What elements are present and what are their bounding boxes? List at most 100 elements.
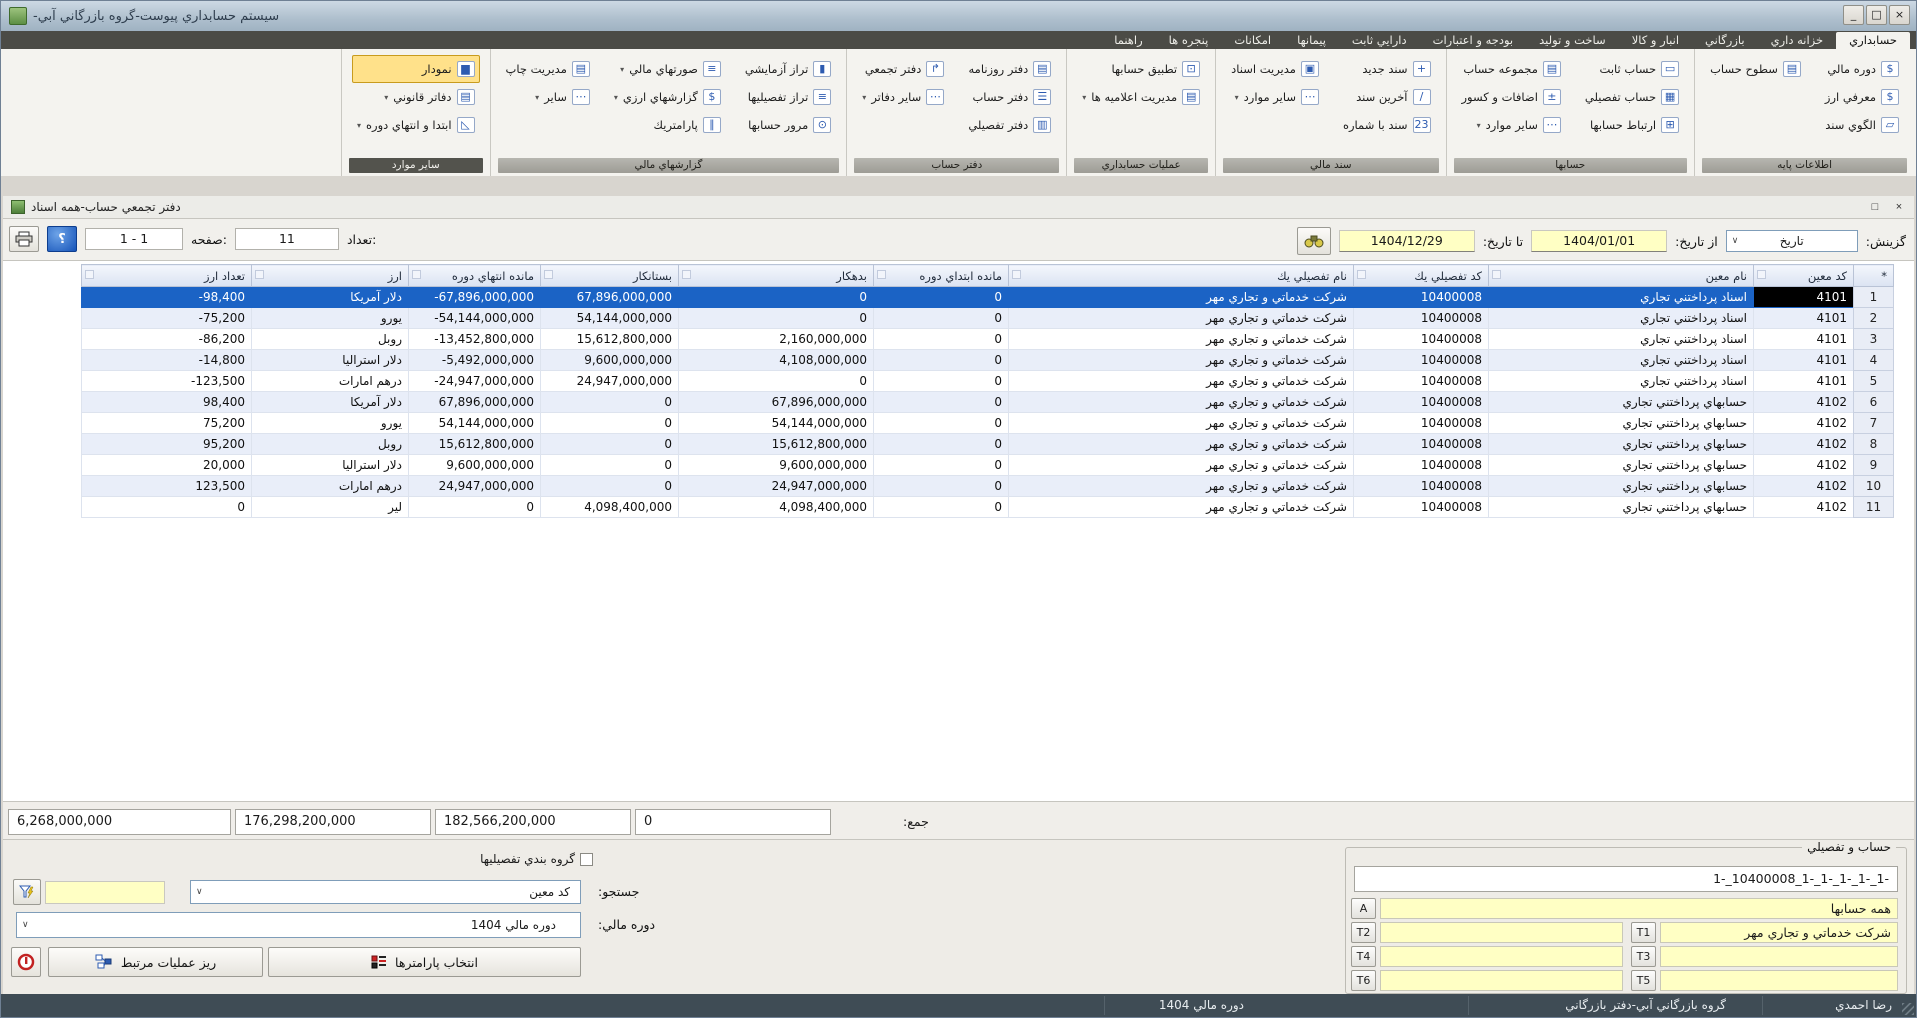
row-number-cell[interactable]: 7 — [1854, 413, 1894, 434]
ribbon-item[interactable]: ⋯ساير موارد▾ — [1226, 83, 1324, 111]
currency-cell[interactable]: دلار آمريكا — [252, 392, 409, 413]
page-range-field[interactable]: 1 - 1 — [85, 228, 183, 250]
ribbon-item[interactable]: ≡صورتهاي مالي▾ — [609, 55, 726, 83]
ribbon-item[interactable]: ⋯ساير موارد▾ — [1457, 111, 1566, 139]
closing-balance-cell[interactable]: -54,144,000,000 — [409, 308, 541, 329]
menu-tab[interactable]: پنجره ها — [1156, 32, 1222, 49]
currency-cell[interactable]: دلار آمريكا — [252, 287, 409, 308]
closing-balance-cell[interactable]: -13,452,800,000 — [409, 329, 541, 350]
row-number-cell[interactable]: 9 — [1854, 455, 1894, 476]
opening-balance-cell[interactable]: 0 — [874, 392, 1009, 413]
table-row[interactable]: 34101اسناد پرداختني تجاري10400008شركت خد… — [82, 329, 1894, 350]
tafsili-code-cell[interactable]: 10400008 — [1354, 413, 1489, 434]
table-row[interactable]: 64102حسابهاي پرداختني تجاري10400008شركت … — [82, 392, 1894, 413]
menu-tab[interactable]: بازرگاني — [1692, 32, 1758, 49]
currency-qty-cell[interactable]: -98,400 — [82, 287, 252, 308]
ribbon-item[interactable]: ⊞ارتباط حسابها — [1580, 111, 1684, 139]
account-value-field[interactable] — [1660, 946, 1898, 967]
column-filter-icon[interactable] — [1492, 270, 1501, 279]
currency-qty-cell[interactable]: -75,200 — [82, 308, 252, 329]
tafsili-code-cell[interactable]: 10400008 — [1354, 434, 1489, 455]
table-row[interactable]: 114102حسابهاي پرداختني تجاري10400008شركت… — [82, 497, 1894, 518]
resize-grip[interactable] — [1902, 1003, 1914, 1015]
ribbon-item[interactable]: $گزارشهاي ارزي▾ — [609, 83, 726, 111]
currency-cell[interactable]: يورو — [252, 308, 409, 329]
closing-balance-cell[interactable]: 24,947,000,000 — [409, 476, 541, 497]
restore-button[interactable]: □ — [1866, 5, 1887, 25]
column-filter-icon[interactable] — [544, 270, 553, 279]
closing-balance-cell[interactable]: -24,947,000,000 — [409, 371, 541, 392]
ribbon-item[interactable]: ▤مجموعه حساب — [1457, 55, 1566, 83]
debit-cell[interactable]: 24,947,000,000 — [679, 476, 874, 497]
debit-cell[interactable]: 67,896,000,000 — [679, 392, 874, 413]
ribbon-item[interactable]: ▤مديريت اعلاميه ها▾ — [1077, 83, 1205, 111]
tafsili-name-cell[interactable]: شركت خدماتي و تجاري مهر — [1009, 392, 1354, 413]
debit-cell[interactable]: 9,600,000,000 — [679, 455, 874, 476]
tafsili-code-cell[interactable]: 10400008 — [1354, 287, 1489, 308]
tafsili-code-cell[interactable]: 10400008 — [1354, 455, 1489, 476]
credit-cell[interactable]: 0 — [541, 413, 679, 434]
table-row[interactable]: 84102حسابهاي پرداختني تجاري10400008شركت … — [82, 434, 1894, 455]
ribbon-item[interactable]: ▆نمودار — [352, 55, 480, 83]
row-number-cell[interactable]: 10 — [1854, 476, 1894, 497]
table-row[interactable]: 24101اسناد پرداختني تجاري10400008شركت خد… — [82, 308, 1894, 329]
closing-balance-cell[interactable]: 15,612,800,000 — [409, 434, 541, 455]
moein-name-cell[interactable]: اسناد پرداختني تجاري — [1489, 329, 1754, 350]
search-button[interactable] — [1297, 227, 1331, 255]
ribbon-item[interactable]: ▥دفتر تفصيلي — [963, 111, 1056, 139]
currency-qty-cell[interactable]: 75,200 — [82, 413, 252, 434]
currency-cell[interactable]: دلار استراليا — [252, 350, 409, 371]
minimize-button[interactable]: _ — [1843, 5, 1864, 25]
ribbon-item[interactable]: +سند جديد — [1338, 55, 1436, 83]
opening-balance-cell[interactable]: 0 — [874, 371, 1009, 392]
menu-tab[interactable]: خزانه داري — [1758, 32, 1837, 49]
moein-name-cell[interactable]: حسابهاي پرداختني تجاري — [1489, 392, 1754, 413]
moein-name-cell[interactable]: حسابهاي پرداختني تجاري — [1489, 455, 1754, 476]
menu-tab[interactable]: حسابداري — [1836, 32, 1910, 49]
credit-cell[interactable]: 0 — [541, 434, 679, 455]
menu-tab[interactable]: ساخت و توليد — [1526, 32, 1619, 49]
tafsili-code-cell[interactable]: 10400008 — [1354, 371, 1489, 392]
column-header[interactable]: كد تفصيلي يك — [1354, 265, 1489, 287]
ribbon-item[interactable]: ▤دفاتر قانوني▾ — [352, 83, 480, 111]
menu-tab[interactable]: راهنما — [1101, 32, 1155, 49]
opening-balance-cell[interactable]: 0 — [874, 497, 1009, 518]
row-number-cell[interactable]: 4 — [1854, 350, 1894, 371]
ribbon-item[interactable]: $معرفي ارز — [1820, 83, 1904, 111]
currency-cell[interactable]: روبل — [252, 329, 409, 350]
row-number-cell[interactable]: 1 — [1854, 287, 1894, 308]
ribbon-item[interactable]: ▭حساب ثابت — [1580, 55, 1684, 83]
select-parameters-button[interactable]: انتخاب پارامترها — [268, 947, 581, 977]
column-header[interactable]: بستانكار — [541, 265, 679, 287]
closing-balance-cell[interactable]: 0 — [409, 497, 541, 518]
row-number-cell[interactable]: 2 — [1854, 308, 1894, 329]
table-row[interactable]: 104102حسابهاي پرداختني تجاري10400008شركت… — [82, 476, 1894, 497]
search-field-combo[interactable]: ∨ كد معين — [190, 880, 581, 904]
currency-qty-cell[interactable]: -86,200 — [82, 329, 252, 350]
opening-balance-cell[interactable]: 0 — [874, 287, 1009, 308]
ribbon-item[interactable]: ⊡تطبيق حسابها — [1077, 55, 1205, 83]
table-row[interactable]: 54101اسناد پرداختني تجاري10400008شركت خد… — [82, 371, 1894, 392]
fiscal-period-combo[interactable]: ∨ دوره مالي 1404 — [16, 912, 581, 938]
moein-code-cell[interactable]: 4101 — [1754, 329, 1854, 350]
moein-name-cell[interactable]: اسناد پرداختني تجاري — [1489, 371, 1754, 392]
column-header[interactable]: بدهكار — [679, 265, 874, 287]
currency-cell[interactable]: روبل — [252, 434, 409, 455]
moein-code-cell[interactable]: 4101 — [1754, 287, 1854, 308]
debit-cell[interactable]: 4,108,000,000 — [679, 350, 874, 371]
select-mode-combo[interactable]: ∨ تاريخ — [1726, 230, 1858, 252]
column-filter-icon[interactable] — [1357, 270, 1366, 279]
credit-cell[interactable]: 67,896,000,000 — [541, 287, 679, 308]
moein-code-cell[interactable]: 4102 — [1754, 392, 1854, 413]
ribbon-item[interactable]: ∥پارامتريك — [609, 111, 726, 139]
credit-cell[interactable]: 0 — [541, 392, 679, 413]
debit-cell[interactable]: 0 — [679, 287, 874, 308]
credit-cell[interactable]: 9,600,000,000 — [541, 350, 679, 371]
tafsili-code-cell[interactable]: 10400008 — [1354, 329, 1489, 350]
currency-cell[interactable]: درهم امارات — [252, 476, 409, 497]
row-number-cell[interactable]: 6 — [1854, 392, 1894, 413]
currency-qty-cell[interactable]: 20,000 — [82, 455, 252, 476]
moein-name-cell[interactable]: اسناد پرداختني تجاري — [1489, 350, 1754, 371]
row-number-cell[interactable]: 11 — [1854, 497, 1894, 518]
moein-name-cell[interactable]: حسابهاي پرداختني تجاري — [1489, 434, 1754, 455]
